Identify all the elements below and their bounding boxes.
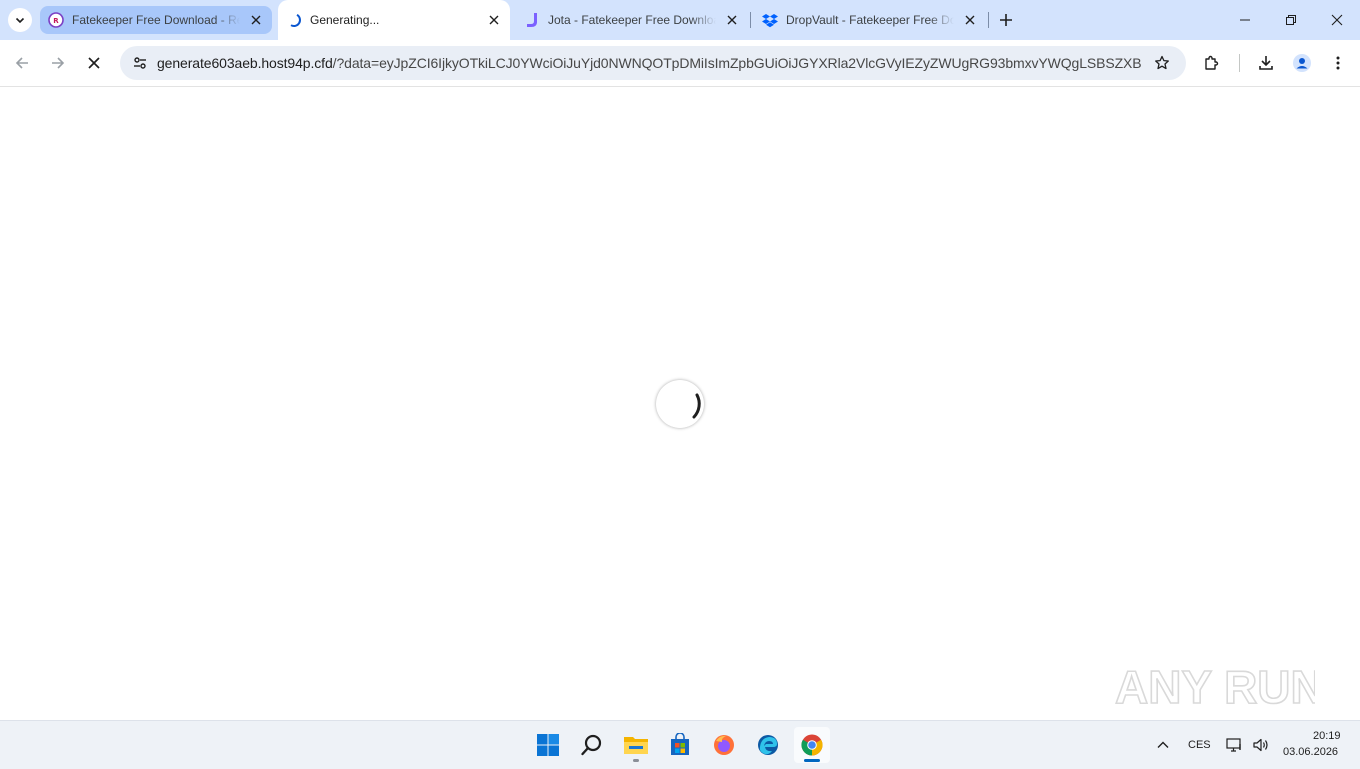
tab-strip: R Fatekeeper Free Download - Rep Generat… [0,0,1360,40]
url-text: generate603aeb.host94p.cfd/?data=eyJpZCI… [157,55,1142,71]
anyrun-watermark: ANY RUN [1114,655,1324,721]
page-content: ANY RUN [0,87,1360,720]
tab-search-button[interactable] [8,8,32,32]
minimize-button[interactable] [1222,0,1268,40]
close-icon [1331,14,1343,26]
new-tab-button[interactable] [994,8,1018,32]
back-button[interactable] [6,47,38,79]
volume-icon[interactable] [1248,727,1274,763]
loading-spinner [656,380,704,428]
arrow-left-icon [15,57,28,69]
avatar-icon [1293,54,1311,72]
extensions-button[interactable] [1196,47,1228,79]
tab-dropvault[interactable]: DropVault - Fatekeeper Free Download [754,6,986,34]
show-hidden-icons-button[interactable] [1146,727,1180,763]
tab-title: Fatekeeper Free Download - Rep [72,13,240,27]
file-explorer-icon[interactable] [618,727,654,763]
chrome-icon[interactable] [794,727,830,763]
clock-date[interactable]: 03.06.2026 [1283,746,1338,758]
restore-button[interactable] [1268,0,1314,40]
forward-button[interactable] [42,47,74,79]
chevron-up-icon [1157,741,1169,748]
site-info-icon[interactable] [128,51,152,75]
svg-text:R: R [53,17,59,25]
microsoft-store-icon[interactable] [662,727,698,763]
download-icon [1259,56,1273,70]
close-icon [88,57,100,69]
bookmark-star-icon[interactable] [1150,51,1174,75]
close-tab-icon[interactable] [486,12,502,28]
tab-separator [988,12,989,28]
spinner-arc-icon [692,393,701,419]
running-indicator [633,759,639,762]
close-tab-icon[interactable] [724,12,740,28]
close-tab-icon[interactable] [962,12,978,28]
url-host: generate603aeb.host94p.cfd [157,55,333,71]
profile-button[interactable] [1286,47,1318,79]
tab-title: DropVault - Fatekeeper Free Download [786,13,954,27]
watermark-text: ANY RUN [1115,661,1315,713]
kebab-menu-icon [1336,56,1340,70]
url-path: /?data=eyJpZCI6IjkyOTkiLCJ0YWciOiJuYjd0N… [332,55,1142,71]
toolbar-separator [1239,54,1240,72]
tab-jota[interactable]: Jota - Fatekeeper Free Download [516,6,748,34]
windows-taskbar: CES 20:19 03.06.2026 [0,720,1360,769]
menu-button[interactable] [1322,47,1354,79]
address-bar[interactable]: generate603aeb.host94p.cfd/?data=eyJpZCI… [120,46,1186,80]
close-window-button[interactable] [1314,0,1360,40]
tab-title: Jota - Fatekeeper Free Download [548,13,716,27]
keyboard-language[interactable]: CES [1188,739,1211,751]
firefox-icon[interactable] [706,727,742,763]
puzzle-icon [1205,55,1219,70]
clock-time[interactable]: 20:19 [1313,730,1341,742]
tab-generating[interactable]: Generating... [278,0,510,40]
arrow-right-icon [52,57,65,69]
edge-icon[interactable] [750,727,786,763]
jota-logo-icon [524,12,540,28]
minimize-icon [1240,19,1250,21]
tab-title: Generating... [310,13,380,27]
downloads-button[interactable] [1250,47,1282,79]
restore-icon [1286,15,1296,25]
chevron-down-icon [15,17,25,24]
active-indicator [804,759,820,762]
browser-toolbar: generate603aeb.host94p.cfd/?data=eyJpZCI… [0,40,1360,87]
close-tab-icon[interactable] [248,12,264,28]
tab-separator [750,12,751,28]
plus-icon [1000,14,1012,26]
dropbox-icon [762,12,778,28]
loading-spinner-icon [286,12,302,28]
tab-fatekeeper-download[interactable]: R Fatekeeper Free Download - Rep [40,6,272,34]
network-icon[interactable] [1222,727,1248,763]
stop-loading-button[interactable] [78,47,110,79]
ru-logo-icon: R [48,12,64,28]
windows-start-icon[interactable] [530,727,566,763]
search-icon[interactable] [574,727,610,763]
